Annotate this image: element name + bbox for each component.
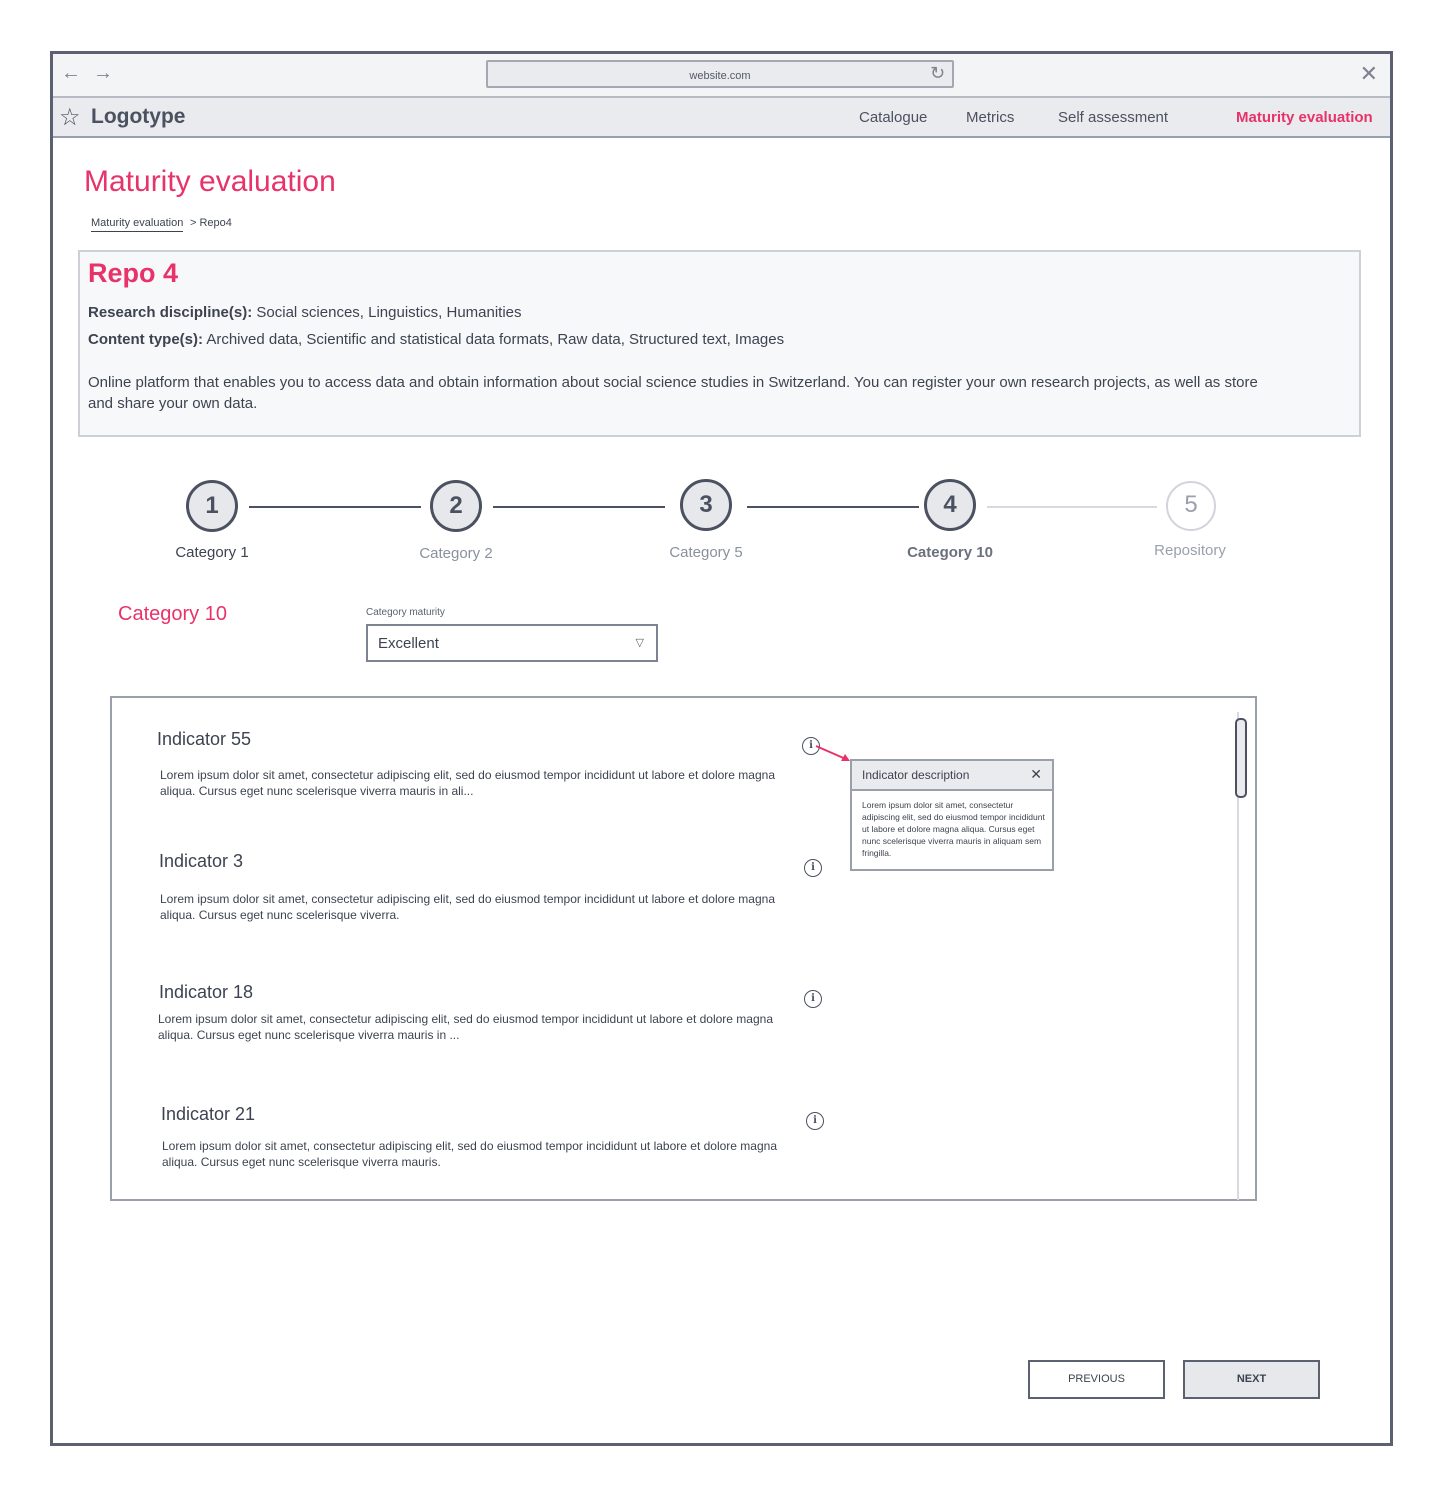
step-connector — [987, 506, 1157, 508]
close-icon[interactable]: ✕ — [1030, 766, 1042, 783]
step-connector — [493, 506, 665, 508]
step-5-circle: 5 — [1166, 481, 1216, 531]
breadcrumb-root-link[interactable]: Maturity evaluation — [91, 217, 184, 232]
browser-toolbar: ← → website.com ↻ ✕ — [53, 54, 1390, 98]
close-window-icon[interactable]: ✕ — [1360, 61, 1378, 87]
info-icon[interactable]: i — [806, 1112, 824, 1130]
forward-arrow-icon[interactable]: → — [93, 62, 113, 85]
step-5-label: Repository — [1154, 542, 1226, 559]
scrollbar-thumb[interactable] — [1235, 718, 1247, 798]
content-type-value: Archived data, Scientific and statistica… — [203, 331, 785, 348]
logo[interactable]: Logotype — [91, 105, 186, 129]
indicator-title: Indicator 21 — [161, 1104, 256, 1124]
step-connector — [747, 506, 919, 508]
reload-icon[interactable]: ↻ — [930, 63, 945, 84]
category-maturity-value: Excellent — [378, 635, 439, 652]
nav-item-catalogue[interactable]: Catalogue — [859, 109, 927, 126]
indicator-text: Lorem ipsum dolor sit amet, consectetur … — [160, 892, 775, 922]
indicator-text: Lorem ipsum dolor sit amet, consectetur … — [160, 768, 775, 798]
page-title: Maturity evaluation — [84, 165, 336, 198]
breadcrumb-current: > Repo4 — [190, 217, 232, 229]
nav-item-self-assessment[interactable]: Self assessment — [1058, 109, 1168, 126]
step-1-circle[interactable]: 1 — [186, 480, 238, 532]
nav-item-maturity-evaluation[interactable]: Maturity evaluation — [1236, 109, 1373, 126]
step-connector — [249, 506, 421, 508]
back-arrow-icon[interactable]: ← — [61, 62, 81, 85]
popover-text: Lorem ipsum dolor sit amet, consectetur … — [862, 800, 1045, 858]
category-title: Category 10 — [118, 603, 227, 625]
step-3-circle[interactable]: 3 — [680, 479, 732, 531]
step-1-label: Category 1 — [175, 544, 249, 561]
category-maturity-select[interactable]: Excellent ▽ — [366, 624, 658, 662]
indicator-title: Indicator 3 — [159, 851, 244, 871]
step-3-label: Category 5 — [669, 544, 743, 561]
nav-item-metrics[interactable]: Metrics — [966, 109, 1014, 126]
step-4-label: Category 10 — [907, 544, 993, 561]
discipline-label: Research discipline(s): — [88, 304, 253, 321]
content-type-label: Content type(s): — [88, 331, 203, 348]
step-4-circle[interactable]: 4 — [924, 479, 976, 531]
chevron-down-icon: ▽ — [635, 637, 644, 649]
repo-description: Online platform that enables you to acce… — [88, 374, 1258, 412]
address-bar[interactable]: website.com — [486, 60, 954, 88]
top-navigation: ☆ Logotype Catalogue Metrics Self assess… — [53, 98, 1390, 138]
repo-discipline: Research discipline(s): Social sciences,… — [88, 304, 522, 321]
info-icon[interactable]: i — [804, 990, 822, 1008]
indicator-description-popover: Indicator description ✕ Lorem ipsum dolo… — [850, 759, 1054, 871]
step-2-label: Category 2 — [419, 545, 493, 562]
previous-button[interactable]: PREVIOUS — [1028, 1360, 1165, 1399]
indicator-list-panel: Indicator 55 Lorem ipsum dolor sit amet,… — [110, 696, 1257, 1201]
info-icon[interactable]: i — [804, 859, 822, 877]
popover-title: Indicator description — [862, 768, 970, 782]
repo-title: Repo 4 — [88, 258, 179, 288]
indicator-text: Lorem ipsum dolor sit amet, consectetur … — [158, 1012, 773, 1042]
indicator-title: Indicator 55 — [157, 729, 252, 749]
repo-summary-card: Repo 4 Research discipline(s): Social sc… — [78, 250, 1361, 437]
category-maturity-label: Category maturity — [366, 607, 445, 618]
indicator-text: Lorem ipsum dolor sit amet, consectetur … — [162, 1139, 777, 1169]
discipline-value: Social sciences, Linguistics, Humanities — [252, 304, 522, 321]
repo-content-type: Content type(s): Archived data, Scientif… — [88, 331, 784, 348]
indicator-title: Indicator 18 — [159, 982, 254, 1002]
step-2-circle[interactable]: 2 — [430, 480, 482, 532]
next-button[interactable]: NEXT — [1183, 1360, 1320, 1399]
star-icon: ☆ — [59, 104, 81, 131]
popover-header: Indicator description ✕ — [852, 761, 1052, 791]
